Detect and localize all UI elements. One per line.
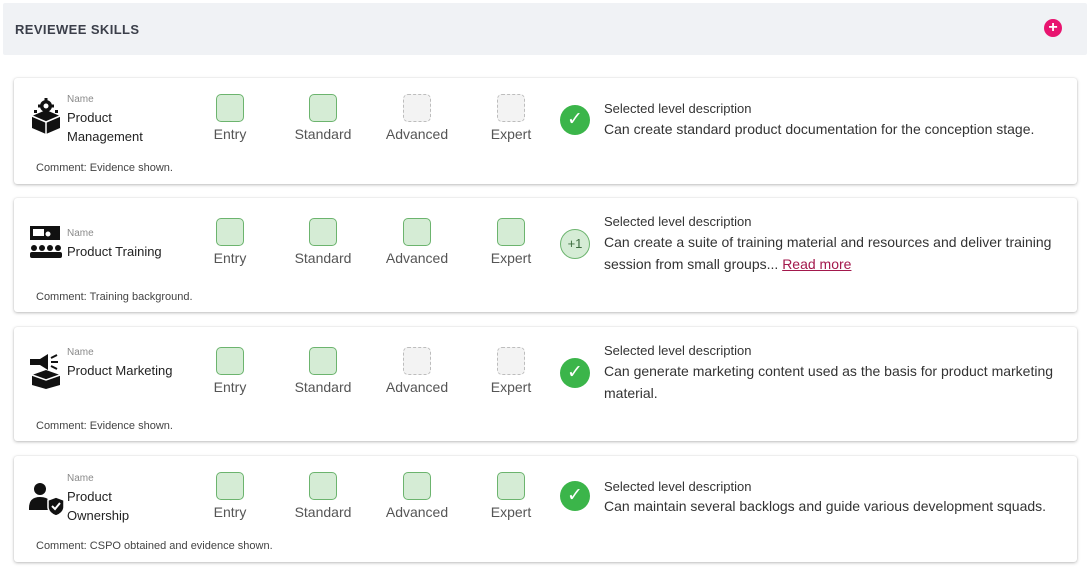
level-label: Expert xyxy=(490,504,532,520)
level-label: Expert xyxy=(490,250,532,266)
level-entry[interactable]: Entry xyxy=(195,218,265,266)
level-label: Entry xyxy=(213,504,247,520)
desc-title: Selected level description xyxy=(604,101,752,116)
skill-comment: Comment: Evidence shown. xyxy=(36,420,173,432)
level-checkbox[interactable] xyxy=(497,347,525,375)
add-skill-button[interactable]: + xyxy=(1044,19,1062,37)
level-label: Standard xyxy=(294,126,352,142)
skill-name: Product Training xyxy=(67,244,162,259)
plus-circle-icon: + xyxy=(1048,19,1058,36)
megaphone-box-icon xyxy=(30,354,61,389)
plus-one-badge[interactable]: +1 xyxy=(560,229,590,259)
desc-title: Selected level description xyxy=(604,343,752,358)
skill-comment: Comment: CSPO obtained and evidence show… xyxy=(36,540,273,552)
name-label: Name xyxy=(67,473,94,484)
skill-comment: Comment: Evidence shown. xyxy=(36,162,173,174)
box-gear-icon xyxy=(31,98,61,134)
level-standard[interactable]: Standard xyxy=(288,94,358,142)
name-label: Name xyxy=(67,347,94,358)
level-standard[interactable]: Standard xyxy=(288,347,358,395)
level-checkbox[interactable] xyxy=(309,472,337,500)
level-advanced[interactable]: Advanced xyxy=(382,94,452,142)
section-header: REVIEWEE SKILLS + xyxy=(3,3,1087,55)
check-icon: ✓ xyxy=(560,105,590,135)
level-label: Advanced xyxy=(385,504,449,520)
skill-name: Product Management xyxy=(67,110,143,144)
level-advanced[interactable]: Advanced xyxy=(382,347,452,395)
level-label: Standard xyxy=(294,250,352,266)
level-checkbox[interactable] xyxy=(216,218,244,246)
desc-title: Selected level description xyxy=(604,479,752,494)
level-checkbox[interactable] xyxy=(403,472,431,500)
level-label: Advanced xyxy=(385,126,449,142)
skill-comment: Comment: Training background. xyxy=(36,291,193,303)
desc-title: Selected level description xyxy=(604,214,752,229)
level-entry[interactable]: Entry xyxy=(195,472,265,520)
person-shield-icon xyxy=(29,483,64,516)
name-label: Name xyxy=(67,228,94,239)
level-advanced[interactable]: Advanced xyxy=(382,472,452,520)
level-checkbox[interactable] xyxy=(216,94,244,122)
level-expert[interactable]: Expert xyxy=(476,472,546,520)
level-checkbox[interactable] xyxy=(497,472,525,500)
skill-card-product-ownership: Name Product Ownership Entry Standard Ad… xyxy=(14,456,1077,562)
skill-name: Product Ownership xyxy=(67,489,130,523)
level-checkbox[interactable] xyxy=(403,218,431,246)
read-more-link[interactable]: Read more xyxy=(782,256,851,272)
training-presenter-icon xyxy=(30,226,62,258)
check-icon: ✓ xyxy=(560,358,590,388)
level-label: Advanced xyxy=(385,250,449,266)
skill-card-product-training: Name Product Training Entry Standard Adv… xyxy=(14,198,1077,312)
level-label: Expert xyxy=(490,379,532,395)
level-label: Standard xyxy=(294,504,352,520)
skill-card-product-management: Name Product Management Entry Standard A… xyxy=(14,78,1077,184)
level-checkbox[interactable] xyxy=(403,94,431,122)
name-label: Name xyxy=(67,94,94,105)
level-advanced[interactable]: Advanced xyxy=(382,218,452,266)
level-expert[interactable]: Expert xyxy=(476,347,546,395)
level-standard[interactable]: Standard xyxy=(288,218,358,266)
check-icon: ✓ xyxy=(560,481,590,511)
skill-name: Product Marketing xyxy=(67,363,173,378)
level-description: Can generate marketing content used as t… xyxy=(604,363,1054,401)
level-checkbox[interactable] xyxy=(309,218,337,246)
level-entry[interactable]: Entry xyxy=(195,347,265,395)
level-description: Can create standard product documentatio… xyxy=(604,121,1035,137)
level-expert[interactable]: Expert xyxy=(476,218,546,266)
level-label: Entry xyxy=(213,126,247,142)
level-expert[interactable]: Expert xyxy=(476,94,546,142)
level-checkbox[interactable] xyxy=(309,347,337,375)
level-checkbox[interactable] xyxy=(403,347,431,375)
level-label: Expert xyxy=(490,126,532,142)
level-entry[interactable]: Entry xyxy=(195,94,265,142)
skill-card-product-marketing: Name Product Marketing Entry Standard Ad… xyxy=(14,327,1077,441)
level-checkbox[interactable] xyxy=(309,94,337,122)
section-title: REVIEWEE SKILLS xyxy=(15,22,140,37)
level-label: Standard xyxy=(294,379,352,395)
level-label: Entry xyxy=(213,379,247,395)
level-description: Can maintain several backlogs and guide … xyxy=(604,498,1047,514)
level-label: Entry xyxy=(213,250,247,266)
level-label: Advanced xyxy=(385,379,449,395)
level-description: Can create a suite of training material … xyxy=(604,231,1069,275)
level-checkbox[interactable] xyxy=(497,94,525,122)
level-checkbox[interactable] xyxy=(497,218,525,246)
level-standard[interactable]: Standard xyxy=(288,472,358,520)
level-checkbox[interactable] xyxy=(216,472,244,500)
level-checkbox[interactable] xyxy=(216,347,244,375)
